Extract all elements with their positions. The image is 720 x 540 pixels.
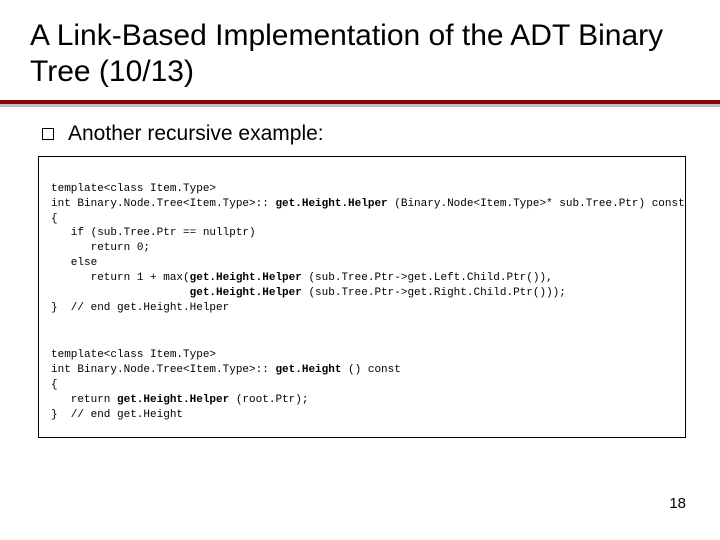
code-line: return 1 + max( [51,272,190,284]
code-line [51,287,190,299]
code-bold: get.Height.Helper [117,394,229,406]
code-block-getheight: template<class Item.Type> int Binary.Nod… [51,333,673,422]
code-bold: get.Height.Helper [190,287,302,299]
code-line: int Binary.Node.Tree<Item.Type>:: [51,198,275,210]
code-line: } // end get.Height.Helper [51,302,229,314]
code-line: (sub.Tree.Ptr->get.Left.Child.Ptr()), [302,272,553,284]
code-line: return [51,394,117,406]
page-number: 18 [669,495,686,512]
code-line: } // end get.Height [51,409,183,421]
code-line: int Binary.Node.Tree<Item.Type>:: [51,364,275,376]
code-line: (sub.Tree.Ptr->get.Right.Child.Ptr())); [302,287,566,299]
bullet-text: Another recursive example: [68,122,324,146]
code-line: template<class Item.Type> [51,183,216,195]
code-line: return 0; [51,242,150,254]
bullet-row: Another recursive example: [42,122,690,146]
slide: A Link-Based Implementation of the ADT B… [0,0,720,540]
code-bold: get.Height.Helper [275,198,387,210]
square-bullet-icon [42,128,54,140]
slide-title: A Link-Based Implementation of the ADT B… [30,18,690,90]
rule-dark-red [0,100,720,104]
code-line: { [51,379,58,391]
code-block-helper: template<class Item.Type> int Binary.Nod… [51,167,673,315]
code-line: (root.Ptr); [229,394,308,406]
code-line: () const [341,364,400,376]
code-bold: get.Height [275,364,341,376]
code-line: (Binary.Node<Item.Type>* sub.Tree.Ptr) c… [388,198,685,210]
title-rule [30,100,690,106]
code-line: template<class Item.Type> [51,349,216,361]
code-box: template<class Item.Type> int Binary.Nod… [38,156,686,438]
code-bold: get.Height.Helper [190,272,302,284]
code-line: else [51,257,97,269]
code-line: { [51,213,58,225]
code-line: if (sub.Tree.Ptr == nullptr) [51,227,256,239]
